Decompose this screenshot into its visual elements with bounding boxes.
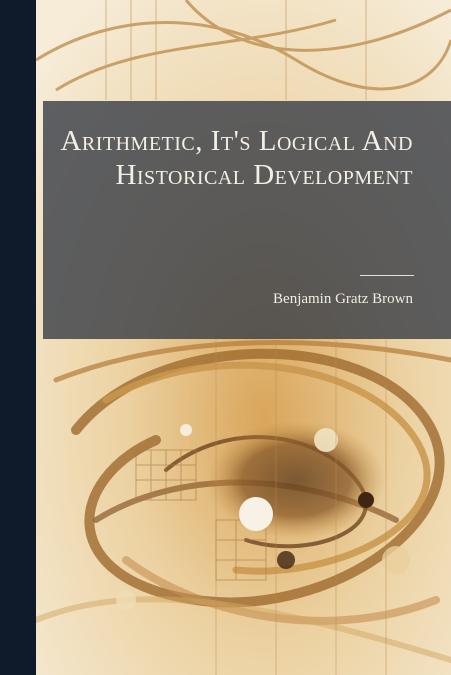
book-cover: Arithmetic, It's Logical And Historical … [0,0,451,675]
title-divider [360,275,414,276]
book-author: Benjamin Gratz Brown [273,291,413,307]
book-title: Arithmetic, It's Logical And Historical … [60,125,413,191]
cover-spine-strip [0,0,36,675]
